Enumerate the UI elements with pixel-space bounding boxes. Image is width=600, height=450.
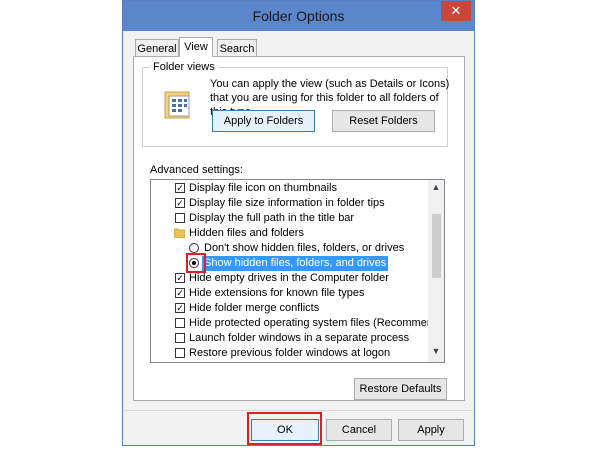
folder-view-icon [164,91,190,119]
list-item-label: Display file icon on thumbnails [189,182,337,194]
scrollbar-thumb[interactable] [432,214,441,278]
checkbox-icon[interactable]: ✓ [175,303,185,313]
folder-views-label: Folder views [150,61,218,73]
vertical-scrollbar[interactable]: ▲ ▼ [428,180,444,362]
checkbox-icon[interactable] [175,348,185,358]
folder-options-dialog: Folder Options ✕ General View Search Fol… [122,0,475,446]
list-item-label: Launch folder windows in a separate proc… [189,332,410,344]
list-item-label: Display the full path in the title bar [189,212,355,224]
list-item-label: Don't show hidden files, folders, or dri… [204,242,405,254]
list-item-label: Hide folder merge conflicts [189,302,320,314]
window-title: Folder Options [252,8,345,24]
restore-defaults-button[interactable]: Restore Defaults [354,378,447,400]
checkbox-icon[interactable]: ✓ [175,273,185,283]
list-item-label: Display file size information in folder … [189,197,385,209]
list-item-label: Hide protected operating system files (R… [189,317,445,329]
tab-view[interactable]: View [179,37,213,57]
cancel-button[interactable]: Cancel [326,419,392,441]
checkbox-icon[interactable]: ✓ [175,183,185,193]
folder-icon [174,228,185,238]
apply-button[interactable]: Apply [398,419,464,441]
checkbox-icon[interactable] [175,333,185,343]
checkbox-icon[interactable] [175,213,185,223]
highlight-box [247,412,322,445]
checkbox-icon[interactable] [175,318,185,328]
list-item-label: Restore previous folder windows at logon [189,347,391,359]
advanced-settings-label: Advanced settings: [150,164,243,176]
apply-to-folders-button[interactable]: Apply to Folders [212,110,315,132]
radio-icon[interactable] [189,243,199,253]
tab-search[interactable]: Search [217,39,257,57]
tab-general[interactable]: General [135,39,179,57]
scroll-up-icon[interactable]: ▲ [428,182,444,192]
list-item-label: Hide empty drives in the Computer folder [189,272,389,284]
footer-divider [124,410,473,411]
list-item-label: Hide extensions for known file types [189,287,365,299]
highlight-box [186,253,206,273]
title-bar[interactable]: Folder Options ✕ [123,1,474,31]
scroll-down-icon[interactable]: ▼ [428,346,444,356]
reset-folders-button[interactable]: Reset Folders [332,110,435,132]
list-item-label: Hidden files and folders [189,227,304,239]
close-button[interactable]: ✕ [441,1,471,21]
list-item-label-selected: Show hidden files, folders, and drives [202,256,389,271]
checkbox-icon[interactable]: ✓ [175,288,185,298]
checkbox-icon[interactable]: ✓ [175,198,185,208]
